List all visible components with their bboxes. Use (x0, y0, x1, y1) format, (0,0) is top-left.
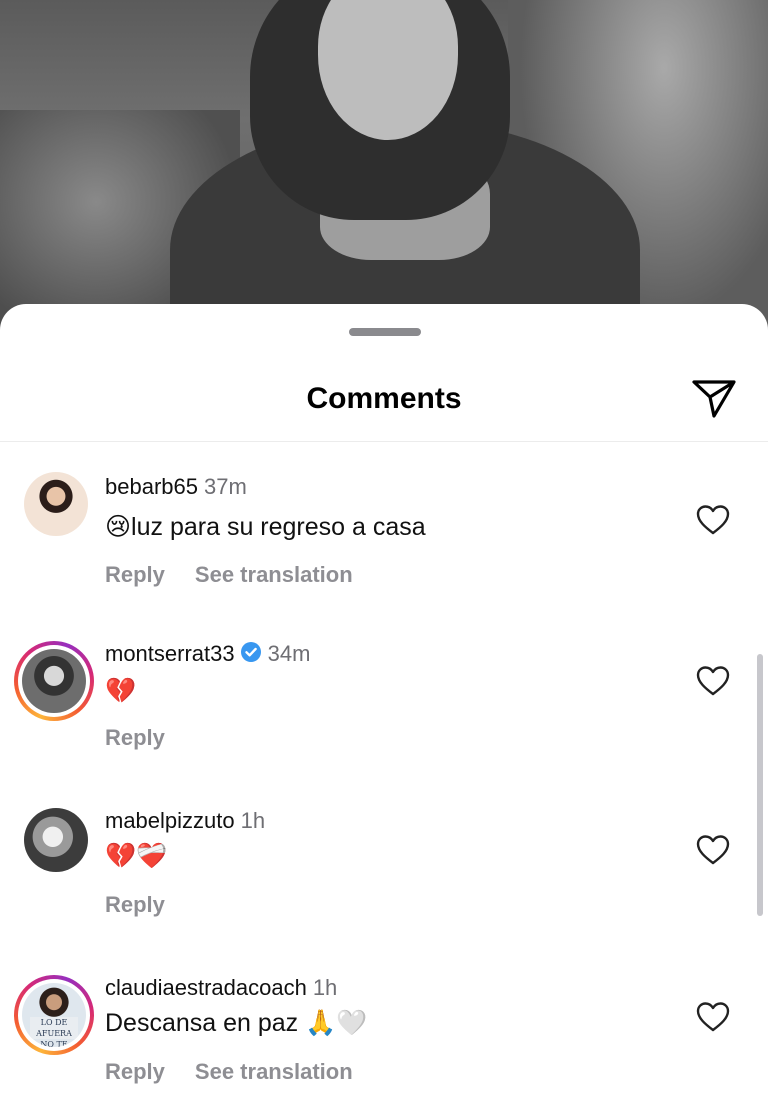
like-button[interactable] (694, 999, 732, 1035)
comment-header: claudiaestradacoach 1h (105, 975, 337, 1001)
like-button[interactable] (694, 832, 732, 868)
reply-button[interactable]: Reply (105, 892, 165, 917)
comment-item: LO DE AFUERA NO TE ACABA claudiaestradac… (0, 963, 768, 1113)
like-button[interactable] (694, 502, 732, 538)
comment-header: montserrat33 34m (105, 641, 310, 669)
comment-username[interactable]: bebarb65 (105, 474, 198, 499)
sheet-title: Comments (306, 382, 462, 415)
comment-username[interactable]: montserrat33 (105, 641, 235, 666)
verified-badge-icon (240, 641, 262, 669)
reply-button[interactable]: Reply (105, 725, 165, 750)
heart-icon (696, 835, 730, 865)
comment-item: mabelpizzuto 1h 💔❤️‍🩹 Reply (0, 796, 768, 946)
header-divider (0, 441, 768, 442)
post-photo-background (0, 0, 768, 340)
comment-item: montserrat33 34m 💔 Reply (0, 629, 768, 779)
heart-icon (696, 666, 730, 696)
comment-actions: Reply See translation (105, 1059, 383, 1085)
heart-icon (696, 1002, 730, 1032)
avatar[interactable] (24, 472, 88, 536)
avatar-image (24, 808, 88, 872)
avatar-image (22, 649, 86, 713)
comment-header: mabelpizzuto 1h (105, 808, 265, 834)
comment-text: Descansa en paz 🙏🤍 (105, 1009, 368, 1037)
reply-button[interactable]: Reply (105, 1059, 165, 1084)
share-button[interactable] (688, 376, 740, 422)
comment-username[interactable]: mabelpizzuto (105, 808, 235, 833)
scrollbar[interactable] (757, 654, 763, 916)
comment-time: 1h (312, 975, 338, 1000)
avatar-story-ring[interactable] (14, 641, 94, 721)
comment-text: 💔 (105, 677, 137, 705)
comment-text: 💔❤️‍🩹 (105, 842, 168, 870)
avatar-book-cover: LO DE AFUERA NO TE ACABA (30, 1017, 78, 1047)
paper-plane-icon (692, 380, 736, 418)
avatar-image (24, 472, 88, 536)
sheet-grabber[interactable] (349, 328, 421, 336)
reply-button[interactable]: Reply (105, 562, 165, 587)
comment-actions: Reply See translation (105, 562, 383, 588)
heart-icon (696, 505, 730, 535)
comment-time: 1h (240, 808, 266, 833)
avatar-story-ring[interactable]: LO DE AFUERA NO TE ACABA (14, 975, 94, 1055)
see-translation-button[interactable]: See translation (195, 1059, 353, 1084)
avatar[interactable] (24, 808, 88, 872)
comment-time: 37m (203, 474, 247, 499)
like-button[interactable] (694, 663, 732, 699)
comment-username[interactable]: claudiaestradacoach (105, 975, 307, 1000)
comment-actions: Reply (105, 725, 195, 751)
avatar-ring-gap (18, 645, 90, 717)
avatar-ring-gap: LO DE AFUERA NO TE ACABA (18, 979, 90, 1051)
comment-item: bebarb65 37m 😢luz para su regreso a casa … (0, 450, 768, 600)
avatar-image: LO DE AFUERA NO TE ACABA (22, 983, 86, 1047)
comment-time: 34m (267, 641, 311, 666)
comment-text: 😢luz para su regreso a casa (105, 513, 426, 541)
comment-actions: Reply (105, 892, 195, 918)
see-translation-button[interactable]: See translation (195, 562, 353, 587)
comment-header: bebarb65 37m (105, 474, 247, 500)
